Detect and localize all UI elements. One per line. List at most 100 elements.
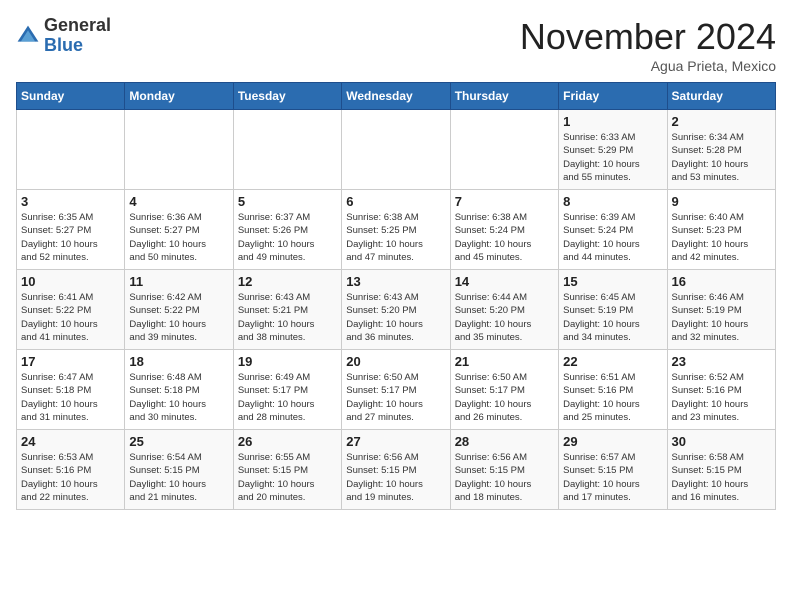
day-number: 7 [455,194,554,209]
calendar-cell: 27Sunrise: 6:56 AMSunset: 5:15 PMDayligh… [342,430,450,510]
day-number: 18 [129,354,228,369]
calendar-cell: 12Sunrise: 6:43 AMSunset: 5:21 PMDayligh… [233,270,341,350]
calendar-cell [125,110,233,190]
weekday-header-monday: Monday [125,83,233,110]
calendar-cell: 17Sunrise: 6:47 AMSunset: 5:18 PMDayligh… [17,350,125,430]
day-number: 21 [455,354,554,369]
calendar-cell: 2 Sunrise: 6:34 AMSunset: 5:28 PMDaylight… [667,110,775,190]
day-number: 24 [21,434,120,449]
day-info: Sunrise: 6:39 AMSunset: 5:24 PMDaylight:… [563,211,662,264]
calendar-cell: 5Sunrise: 6:37 AMSunset: 5:26 PMDaylight… [233,190,341,270]
calendar-table: SundayMondayTuesdayWednesdayThursdayFrid… [16,82,776,510]
calendar-cell: 10Sunrise: 6:41 AMSunset: 5:22 PMDayligh… [17,270,125,350]
day-info: Sunrise: 6:43 AMSunset: 5:20 PMDaylight:… [346,291,445,344]
day-number: 23 [672,354,771,369]
calendar-cell: 30Sunrise: 6:58 AMSunset: 5:15 PMDayligh… [667,430,775,510]
day-info: Sunrise: 6:36 AMSunset: 5:27 PMDaylight:… [129,211,228,264]
day-info: Sunrise: 6:50 AMSunset: 5:17 PMDaylight:… [346,371,445,424]
day-number: 29 [563,434,662,449]
day-info: Sunrise: 6:54 AMSunset: 5:15 PMDaylight:… [129,451,228,504]
day-number: 17 [21,354,120,369]
day-info: Sunrise: 6:50 AMSunset: 5:17 PMDaylight:… [455,371,554,424]
day-number: 19 [238,354,337,369]
calendar-cell: 19 Sunrise: 6:49 AMSunset: 5:17 PMDayligh… [233,350,341,430]
day-number: 26 [238,434,337,449]
day-number: 30 [672,434,771,449]
weekday-header-sunday: Sunday [17,83,125,110]
calendar-cell: 13 Sunrise: 6:43 AMSunset: 5:20 PMDayligh… [342,270,450,350]
day-info: Sunrise: 6:38 AMSunset: 5:24 PMDaylight:… [455,211,554,264]
day-info: Sunrise: 6:38 AMSunset: 5:25 PMDaylight:… [346,211,445,264]
day-info: Sunrise: 6:33 AMSunset: 5:29 PMDaylight:… [563,131,662,184]
day-number: 20 [346,354,445,369]
calendar-cell: 26Sunrise: 6:55 AMSunset: 5:15 PMDayligh… [233,430,341,510]
calendar-cell: 16Sunrise: 6:46 AMSunset: 5:19 PMDayligh… [667,270,775,350]
calendar-cell [233,110,341,190]
day-number: 14 [455,274,554,289]
day-number: 28 [455,434,554,449]
day-number: 22 [563,354,662,369]
day-number: 1 [563,114,662,129]
weekday-header-tuesday: Tuesday [233,83,341,110]
day-info: Sunrise: 6:56 AMSunset: 5:15 PMDaylight:… [346,451,445,504]
day-info: Sunrise: 6:52 AMSunset: 5:16 PMDaylight:… [672,371,771,424]
calendar-cell: 7 Sunrise: 6:38 AMSunset: 5:24 PMDaylight… [450,190,558,270]
calendar-cell: 6 Sunrise: 6:38 AMSunset: 5:25 PMDaylight… [342,190,450,270]
calendar-cell: 14 Sunrise: 6:44 AMSunset: 5:20 PMDayligh… [450,270,558,350]
calendar-cell: 28 Sunrise: 6:56 AMSunset: 5:15 PMDayligh… [450,430,558,510]
day-number: 5 [238,194,337,209]
day-info: Sunrise: 6:42 AMSunset: 5:22 PMDaylight:… [129,291,228,344]
calendar-week-3: 10Sunrise: 6:41 AMSunset: 5:22 PMDayligh… [17,270,776,350]
calendar-week-2: 3 Sunrise: 6:35 AMSunset: 5:27 PMDaylight… [17,190,776,270]
calendar-cell: 21 Sunrise: 6:50 AMSunset: 5:17 PMDayligh… [450,350,558,430]
day-number: 10 [21,274,120,289]
weekday-header-thursday: Thursday [450,83,558,110]
day-info: Sunrise: 6:45 AMSunset: 5:19 PMDaylight:… [563,291,662,344]
day-number: 25 [129,434,228,449]
day-info: Sunrise: 6:35 AMSunset: 5:27 PMDaylight:… [21,211,120,264]
day-number: 2 [672,114,771,129]
calendar-cell: 8 Sunrise: 6:39 AMSunset: 5:24 PMDaylight… [559,190,667,270]
day-number: 13 [346,274,445,289]
day-number: 15 [563,274,662,289]
calendar-cell: 15 Sunrise: 6:45 AMSunset: 5:19 PMDayligh… [559,270,667,350]
day-info: Sunrise: 6:53 AMSunset: 5:16 PMDaylight:… [21,451,120,504]
calendar-cell: 25 Sunrise: 6:54 AMSunset: 5:15 PMDayligh… [125,430,233,510]
day-info: Sunrise: 6:56 AMSunset: 5:15 PMDaylight:… [455,451,554,504]
location: Agua Prieta, Mexico [520,58,776,74]
logo-text: General Blue [44,16,111,56]
calendar-week-1: 1 Sunrise: 6:33 AMSunset: 5:29 PMDaylight… [17,110,776,190]
day-number: 3 [21,194,120,209]
month-title: November 2024 [520,16,776,58]
calendar-cell: 4 Sunrise: 6:36 AMSunset: 5:27 PMDaylight… [125,190,233,270]
calendar-week-5: 24 Sunrise: 6:53 AMSunset: 5:16 PMDayligh… [17,430,776,510]
calendar-cell [342,110,450,190]
day-number: 6 [346,194,445,209]
weekday-header-wednesday: Wednesday [342,83,450,110]
calendar-cell: 23 Sunrise: 6:52 AMSunset: 5:16 PMDayligh… [667,350,775,430]
logo-blue: Blue [44,35,83,55]
day-info: Sunrise: 6:43 AMSunset: 5:21 PMDaylight:… [238,291,337,344]
day-number: 9 [672,194,771,209]
calendar-cell: 11 Sunrise: 6:42 AMSunset: 5:22 PMDayligh… [125,270,233,350]
day-number: 8 [563,194,662,209]
calendar-cell: 24 Sunrise: 6:53 AMSunset: 5:16 PMDayligh… [17,430,125,510]
day-info: Sunrise: 6:44 AMSunset: 5:20 PMDaylight:… [455,291,554,344]
day-info: Sunrise: 6:34 AMSunset: 5:28 PMDaylight:… [672,131,771,184]
day-info: Sunrise: 6:57 AMSunset: 5:15 PMDaylight:… [563,451,662,504]
day-number: 4 [129,194,228,209]
logo-general: General [44,15,111,35]
day-info: Sunrise: 6:46 AMSunset: 5:19 PMDaylight:… [672,291,771,344]
logo: General Blue [16,16,111,56]
day-number: 11 [129,274,228,289]
calendar-cell: 1 Sunrise: 6:33 AMSunset: 5:29 PMDaylight… [559,110,667,190]
weekday-row: SundayMondayTuesdayWednesdayThursdayFrid… [17,83,776,110]
weekday-header-saturday: Saturday [667,83,775,110]
calendar-cell: 29 Sunrise: 6:57 AMSunset: 5:15 PMDayligh… [559,430,667,510]
calendar-cell: 22 Sunrise: 6:51 AMSunset: 5:16 PMDayligh… [559,350,667,430]
calendar-header: SundayMondayTuesdayWednesdayThursdayFrid… [17,83,776,110]
day-info: Sunrise: 6:49 AMSunset: 5:17 PMDaylight:… [238,371,337,424]
weekday-header-friday: Friday [559,83,667,110]
logo-icon [16,24,40,48]
day-info: Sunrise: 6:51 AMSunset: 5:16 PMDaylight:… [563,371,662,424]
